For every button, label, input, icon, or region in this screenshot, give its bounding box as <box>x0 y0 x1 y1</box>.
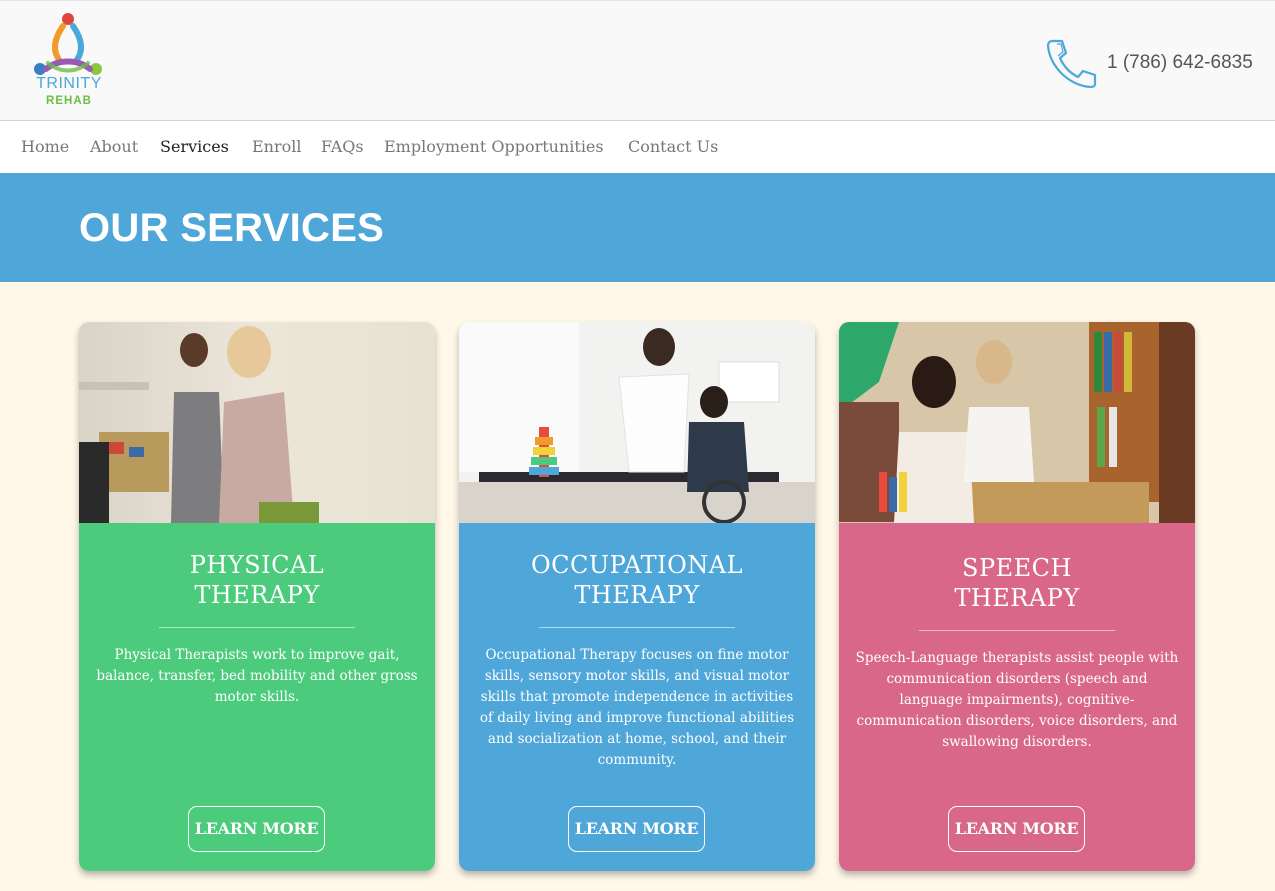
card-title-line2: THERAPY <box>194 581 320 609</box>
card-body: OCCUPATIONAL THERAPY Occupational Therap… <box>459 523 815 871</box>
learn-more-button[interactable]: LEARN MORE <box>948 806 1085 852</box>
card-title-line2: THERAPY <box>954 584 1080 612</box>
service-card-occupational: OCCUPATIONAL THERAPY Occupational Therap… <box>459 322 815 871</box>
main-nav: Home About Services Enroll FAQs Employme… <box>0 121 1275 173</box>
speech-therapy-photo <box>839 322 1195 523</box>
nav-item-enroll[interactable]: Enroll <box>252 137 302 156</box>
phone-icon[interactable] <box>1044 37 1098 89</box>
card-body: PHYSICAL THERAPY Physical Therapists wor… <box>79 523 435 871</box>
phone-number[interactable]: 1 (786) 642-6835 <box>1107 52 1253 74</box>
card-title: SPEECH THERAPY <box>849 553 1185 613</box>
nav-item-contact[interactable]: Contact Us <box>628 137 718 156</box>
physical-therapy-photo <box>79 322 435 523</box>
nav-item-faqs[interactable]: FAQs <box>321 137 364 156</box>
nav-item-employment[interactable]: Employment Opportunities <box>384 137 604 156</box>
occupational-therapy-photo <box>459 322 815 523</box>
card-title-line2: THERAPY <box>574 581 700 609</box>
page-title: OUR SERVICES <box>79 206 385 250</box>
card-description: Occupational Therapy focuses on fine mot… <box>479 647 795 768</box>
nav-item-about[interactable]: About <box>90 137 138 156</box>
card-description: Physical Therapists work to improve gait… <box>96 647 418 705</box>
services-banner: OUR SERVICES <box>0 173 1275 282</box>
logo-text-rehab: REHAB <box>46 95 92 107</box>
card-title: OCCUPATIONAL THERAPY <box>469 550 805 610</box>
logo-text-trinity: TRINITY <box>36 75 102 92</box>
nav-item-services[interactable]: Services <box>160 137 229 156</box>
service-card-speech: SPEECH THERAPY Speech-Language therapist… <box>839 322 1195 871</box>
card-divider <box>159 627 355 628</box>
card-title-line1: OCCUPATIONAL <box>530 551 744 579</box>
card-title: PHYSICAL THERAPY <box>89 550 425 610</box>
site-header: TRINITY REHAB 1 (786) 642-6835 <box>0 0 1275 121</box>
learn-more-button[interactable]: LEARN MORE <box>188 806 325 852</box>
card-divider <box>919 630 1115 631</box>
learn-more-button[interactable]: LEARN MORE <box>568 806 705 852</box>
nav-item-home[interactable]: Home <box>21 137 69 156</box>
trinity-logo-icon <box>34 13 102 75</box>
card-divider <box>539 627 735 628</box>
card-title-line1: PHYSICAL <box>189 551 325 579</box>
card-title-line1: SPEECH <box>962 554 1072 582</box>
service-card-physical: PHYSICAL THERAPY Physical Therapists wor… <box>79 322 435 871</box>
site-logo[interactable]: TRINITY REHAB <box>30 11 108 113</box>
card-body: SPEECH THERAPY Speech-Language therapist… <box>839 523 1195 871</box>
card-description: Speech-Language therapists assist people… <box>855 650 1179 750</box>
